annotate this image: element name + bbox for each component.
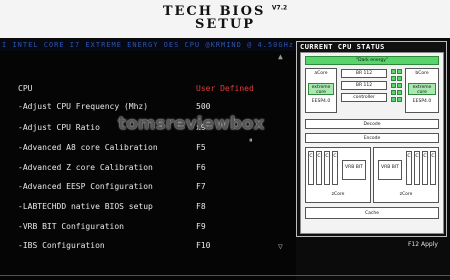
- c-label: C: [333, 154, 337, 159]
- menu-value-vrb-config[interactable]: F9: [196, 221, 206, 233]
- vrb-right-label: VRB BIT: [381, 165, 399, 170]
- c-cell-l3: C: [324, 151, 330, 185]
- indicator-5: [391, 83, 396, 88]
- bottom-divider: [0, 275, 450, 276]
- app-subtitle: SETUP: [194, 17, 256, 32]
- center-row-3: controller: [341, 93, 387, 102]
- menu-value-a8-calibration[interactable]: F5: [196, 142, 206, 154]
- indicator-9: [391, 97, 396, 102]
- encode-label: Encode: [363, 136, 381, 141]
- c-cell-r2: C: [414, 151, 420, 185]
- center-row-2-label: BR 112: [355, 83, 373, 88]
- zcore-left-block: C C C C VRB BIT zCore: [305, 147, 371, 203]
- extreme-core-left: extreme core: [308, 83, 334, 95]
- version-label: V7.2: [271, 4, 288, 12]
- menu-item-native-bios[interactable]: -LABTECHDD native BIOS setup: [18, 201, 153, 213]
- indicator-7: [391, 90, 396, 95]
- cpu-status-box: CURRENT CPU STATUS "Dark energy" aCore e…: [296, 41, 447, 237]
- indicator-3: [391, 76, 396, 81]
- c-label: C: [415, 154, 419, 159]
- c-cell-r1: C: [406, 151, 412, 185]
- c-cell-l1: C: [308, 151, 314, 185]
- c-cell-r3: C: [422, 151, 428, 185]
- vrb-left-label: VRB BIT: [345, 165, 363, 170]
- scroll-up-arrow[interactable]: ▲: [278, 52, 283, 61]
- bcore-label: bCore: [415, 71, 429, 76]
- menu-value-ibs-config[interactable]: F10: [196, 240, 210, 252]
- zcore-right-label: zCore: [399, 192, 413, 197]
- vrb-bit-right: VRB BIT: [378, 160, 402, 180]
- decode-label: Decode: [363, 122, 381, 127]
- c-label: C: [423, 154, 427, 159]
- acore-block: aCore extreme core EESP4.0: [305, 68, 337, 113]
- menu-value-z-calibration[interactable]: F6: [196, 162, 206, 174]
- menu-item-vrb-config[interactable]: -VRB BIT Configuration: [18, 221, 124, 233]
- menu-value-native-bios[interactable]: F8: [196, 201, 206, 213]
- indicator-1: [391, 69, 396, 74]
- c-cell-l4: C: [332, 151, 338, 185]
- menu-value-eesp-config[interactable]: F7: [196, 181, 206, 193]
- status-pane: CURRENT CPU STATUS "Dark energy" aCore e…: [296, 39, 450, 280]
- eesp-left-label: EESP4.0: [311, 99, 331, 104]
- pause-cursor-icon: ⏸: [249, 136, 253, 144]
- extreme-core-right-label: extreme core: [412, 85, 432, 95]
- acore-label: aCore: [314, 71, 328, 76]
- center-row-1-label: BR 112: [355, 71, 373, 76]
- dark-energy-bar: "Dark energy": [305, 56, 439, 65]
- c-label: C: [317, 154, 321, 159]
- c-label: C: [407, 154, 411, 159]
- cache-label: Cache: [365, 211, 379, 216]
- dark-energy-label: "Dark energy": [356, 58, 388, 63]
- c-label: C: [309, 154, 313, 159]
- zcore-right-block: VRB BIT C C C C zCore: [373, 147, 439, 203]
- settings-menu: ▲ CPU User Defined -Adjust CPU Frequency…: [0, 51, 296, 280]
- scroll-down-arrow[interactable]: ▽: [278, 242, 283, 251]
- cpu-diagram: "Dark energy" aCore extreme core EESP4.0…: [300, 52, 444, 234]
- indicator-2: [397, 69, 402, 74]
- indicator-6: [397, 83, 402, 88]
- c-cell-l2: C: [316, 151, 322, 185]
- menu-item-z-calibration[interactable]: -Advanced Z core Calibration: [18, 162, 153, 174]
- extreme-core-left-label: extreme core: [311, 85, 331, 95]
- c-cell-r4: C: [430, 151, 436, 185]
- decode-bar: Decode: [305, 119, 439, 129]
- zcore-left-label: zCore: [331, 192, 345, 197]
- menu-item-cpu[interactable]: CPU: [18, 83, 32, 95]
- cache-bar: Cache: [305, 207, 439, 219]
- menu-item-a8-calibration[interactable]: -Advanced A8 core Calibration: [18, 142, 158, 154]
- indicator-10: [397, 97, 402, 102]
- header: TECH BIOS V7.2 SETUP: [0, 0, 450, 38]
- cpu-info-line: I INTEL CORE I7 EXTREME ENERGY OES CPU @…: [0, 39, 296, 51]
- extreme-core-right: extreme core: [408, 83, 436, 95]
- c-label: C: [431, 154, 435, 159]
- encode-bar: Encode: [305, 133, 439, 143]
- center-row-1: BR 112: [341, 69, 387, 78]
- menu-item-eesp-config[interactable]: -Advanced EESP Configuration: [18, 181, 153, 193]
- c-label: C: [325, 154, 329, 159]
- eesp-right-label: EESP4.0: [412, 99, 432, 104]
- bcore-block: bCore extreme core EESP4.0: [405, 68, 439, 113]
- cpu-status-title: CURRENT CPU STATUS: [300, 43, 385, 51]
- indicator-4: [397, 76, 402, 81]
- menu-item-cpu-ratio[interactable]: -Adjust CPU Ratio: [18, 122, 100, 134]
- f12-apply-hint: F12 Apply: [408, 241, 438, 248]
- menu-item-cpu-frequency[interactable]: -Adjust CPU Frequency (Mhz): [18, 101, 148, 113]
- indicator-8: [397, 90, 402, 95]
- center-row-2: BR 112: [341, 81, 387, 90]
- center-row-3-label: controller: [353, 95, 375, 100]
- watermark: tomsreviewbox: [118, 114, 265, 134]
- menu-value-cpu[interactable]: User Defined: [196, 83, 254, 95]
- menu-value-cpu-frequency[interactable]: 500: [196, 101, 210, 113]
- menu-item-ibs-config[interactable]: -IBS Configuration: [18, 240, 105, 252]
- vrb-bit-left: VRB BIT: [342, 160, 366, 180]
